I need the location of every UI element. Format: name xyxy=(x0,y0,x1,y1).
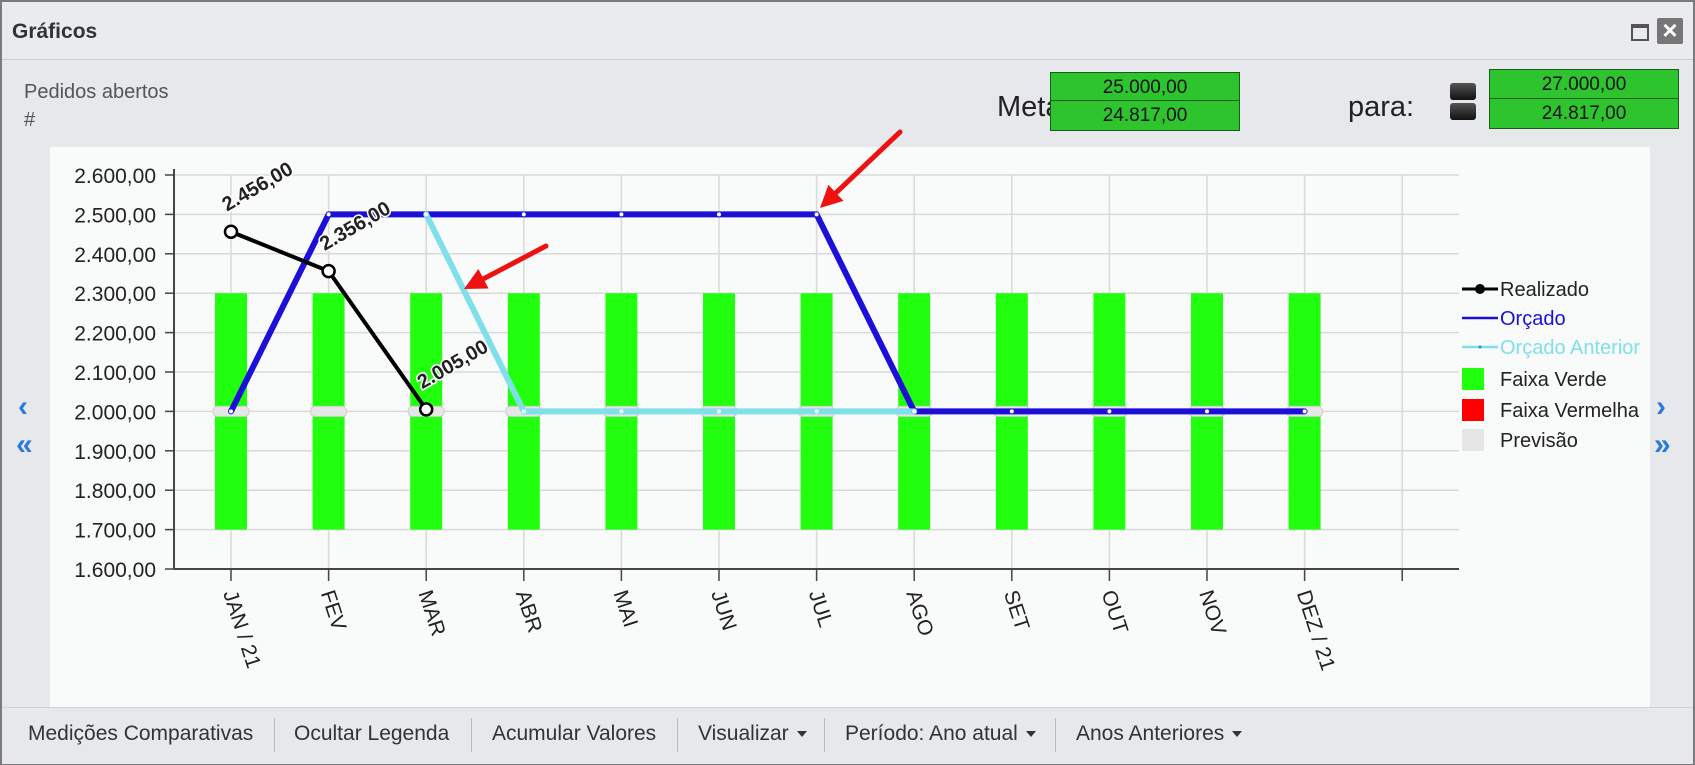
x-tick-label: JUL xyxy=(804,587,837,630)
y-tick-label: 1.600,00 xyxy=(74,559,156,582)
orcado-point xyxy=(228,408,234,415)
x-tick-label: ABR xyxy=(511,587,546,635)
legend-orcado-anterior-marker xyxy=(1478,345,1482,349)
orcado-point xyxy=(520,211,527,218)
orcado-anterior-point xyxy=(618,408,625,415)
legend-realizado: Realizado xyxy=(1500,279,1589,301)
orcado-line xyxy=(228,211,1305,415)
x-tick-label: JUN xyxy=(706,587,740,633)
legend-orcado: Orçado xyxy=(1500,308,1566,330)
comparative-measurements-button[interactable]: Medições Comparativas xyxy=(28,722,253,746)
footer-toolbar: Medições Comparativas Ocultar Legenda Ac… xyxy=(2,707,1693,764)
x-tick-label: AGO xyxy=(901,587,937,639)
previsao-marker xyxy=(310,405,348,417)
x-tick-label: MAR xyxy=(413,587,449,638)
y-tick-label: 2.000,00 xyxy=(74,401,156,424)
annotation-arrow-shaft xyxy=(833,129,903,196)
graficos-window: Gráficos × Pedidos abertos # Meta de: 25… xyxy=(0,0,1695,765)
legend-orcado-anterior: Orçado Anterior xyxy=(1500,337,1640,359)
orcado-anterior-point xyxy=(911,408,918,415)
y-tick-label: 2.200,00 xyxy=(74,323,156,346)
annotation-arrow-shaft xyxy=(480,243,549,282)
x-tick-label: OUT xyxy=(1097,587,1133,636)
x-tick-label: DEZ / 21 xyxy=(1292,587,1339,673)
legend-faixa-verde: Faixa Verde xyxy=(1500,369,1607,391)
orcado-point xyxy=(618,211,625,218)
realizado-point xyxy=(418,402,434,417)
y-tick-label: 1.800,00 xyxy=(74,480,156,503)
orcado-anterior-point xyxy=(813,408,820,415)
orcado-point xyxy=(1008,408,1015,415)
y-tick-label: 1.900,00 xyxy=(74,441,156,464)
x-tick-label: NOV xyxy=(1194,587,1230,637)
chevron-down-icon xyxy=(1232,731,1243,738)
orcado-anterior-point xyxy=(423,211,430,218)
y-tick-label: 2.100,00 xyxy=(74,362,156,385)
orcado-point xyxy=(1204,408,1210,415)
x-tick-label: JAN / 21 xyxy=(218,587,265,671)
realizado-point xyxy=(321,263,336,279)
line-chart: 1.600,00 1.700,00 1.800,00 1.900,00 2.000,00… xyxy=(74,129,1640,673)
hide-legend-button[interactable]: Ocultar Legenda xyxy=(294,722,449,746)
legend-faixa-verde-swatch xyxy=(1462,368,1484,390)
orcado-point xyxy=(1301,408,1308,415)
orcado-point xyxy=(1106,408,1113,415)
y-tick-label: 2.300,00 xyxy=(74,283,156,306)
orcado-point xyxy=(813,211,820,218)
previous-years-dropdown[interactable]: Anos Anteriores xyxy=(1076,722,1243,746)
legend-faixa-vermelha-swatch xyxy=(1462,399,1484,421)
chevron-down-icon xyxy=(796,731,807,738)
x-tick-label: MAI xyxy=(609,587,642,630)
accumulate-values-button[interactable]: Acumular Valores xyxy=(492,722,656,746)
x-tick-label: SET xyxy=(999,587,1034,633)
orcado-anterior-point xyxy=(716,408,722,415)
orcado-point xyxy=(325,211,332,218)
visualize-dropdown[interactable]: Visualizar xyxy=(698,722,807,746)
y-tick-label: 2.400,00 xyxy=(74,244,156,267)
y-tick-label: 2.600,00 xyxy=(74,165,156,188)
legend-faixa-vermelha: Faixa Vermelha xyxy=(1500,400,1640,422)
legend-realizado-marker xyxy=(1475,284,1485,294)
realizado-point xyxy=(223,224,239,239)
period-dropdown[interactable]: Período: Ano atual xyxy=(845,722,1036,746)
orcado-anterior-line xyxy=(423,213,915,415)
orcado-anterior-point xyxy=(520,408,527,415)
legend-previsao: Previsão xyxy=(1500,430,1578,452)
y-tick-label: 2.500,00 xyxy=(74,204,156,227)
legend-previsao-swatch xyxy=(1462,429,1484,451)
y-tick-label: 1.700,00 xyxy=(74,520,156,543)
x-tick-label: FEV xyxy=(316,587,350,633)
orcado-point xyxy=(716,211,722,218)
chevron-down-icon xyxy=(1025,731,1036,738)
